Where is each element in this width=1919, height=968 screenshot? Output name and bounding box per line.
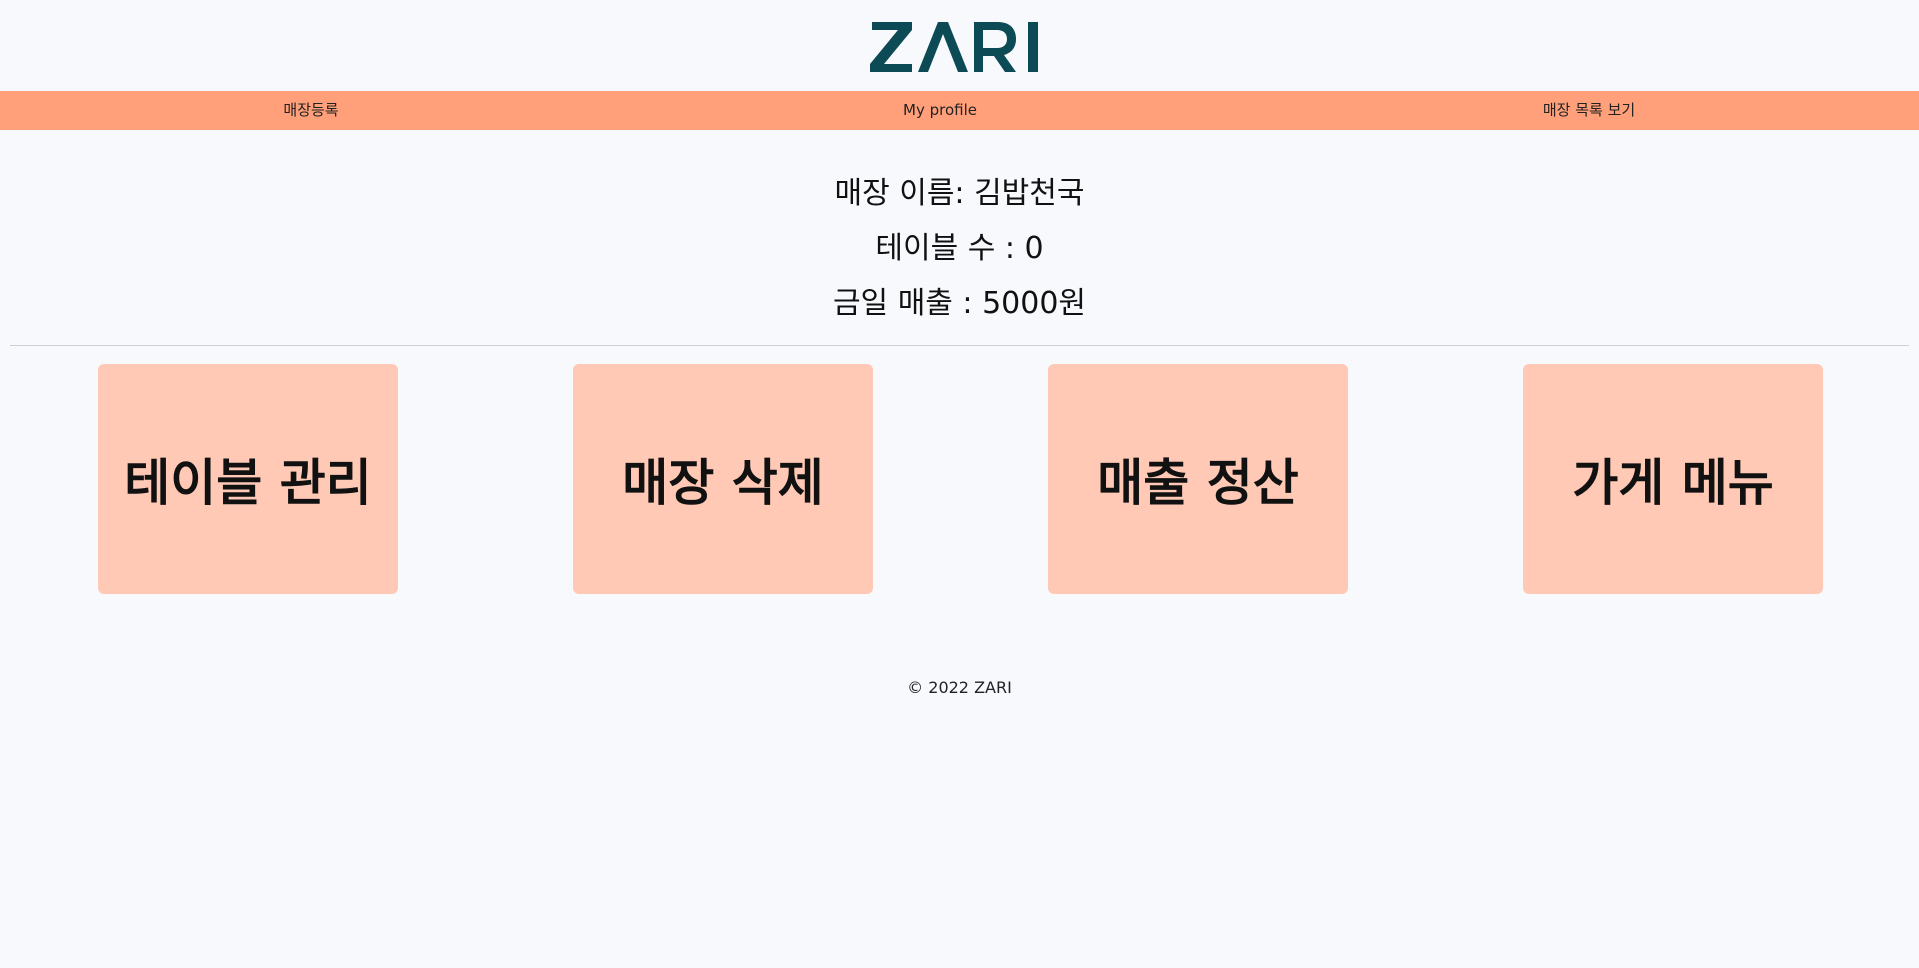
- nav-store-register[interactable]: 매장등록: [283, 91, 338, 130]
- table-management-label: 테이블 관리: [124, 454, 372, 512]
- sales-settlement-button[interactable]: 매출 정산: [1048, 364, 1348, 594]
- top-nav: 매장등록 My profile 매장 목록 보기: [0, 91, 1919, 130]
- store-info: 매장 이름: 김밥천국 테이블 수 : 0 금일 매출 : 5000원: [0, 166, 1919, 331]
- table-count: 테이블 수 : 0: [875, 231, 1044, 266]
- sales-settlement-label: 매출 정산: [1097, 454, 1299, 512]
- divider: [10, 345, 1909, 346]
- footer: © 2022 ZARI: [0, 678, 1919, 697]
- delete-store-button[interactable]: 매장 삭제: [573, 364, 873, 594]
- nav-store-list[interactable]: 매장 목록 보기: [1543, 91, 1635, 130]
- delete-store-label: 매장 삭제: [622, 454, 824, 512]
- zari-logo-mark: [869, 21, 1038, 72]
- header: [0, 0, 1919, 91]
- action-cards: 테이블 관리 매장 삭제 매출 정산 가게 메뉴: [0, 364, 1919, 594]
- copyright-text: © 2022 ZARI: [907, 678, 1012, 697]
- nav-my-profile[interactable]: My profile: [903, 91, 977, 130]
- table-management-button[interactable]: 테이블 관리: [98, 364, 398, 594]
- store-name: 매장 이름: 김밥천국: [834, 176, 1085, 211]
- today-sales: 금일 매출 : 5000원: [832, 286, 1087, 321]
- store-menu-button[interactable]: 가게 메뉴: [1523, 364, 1823, 594]
- store-menu-label: 가게 메뉴: [1572, 454, 1774, 512]
- zari-logo[interactable]: [869, 18, 1050, 74]
